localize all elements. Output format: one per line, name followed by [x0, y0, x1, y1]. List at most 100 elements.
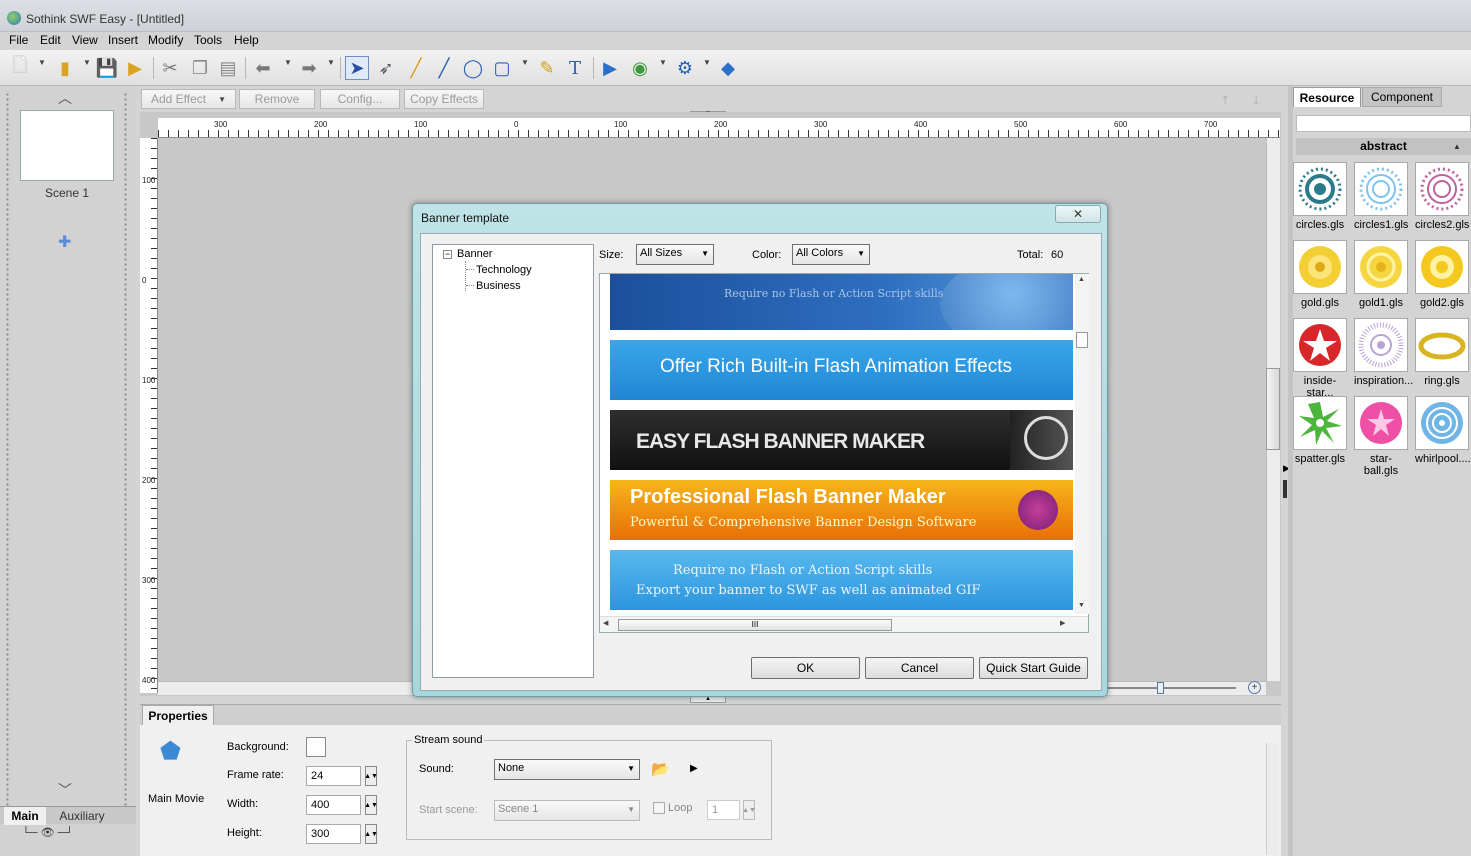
banner-list-vscrollbar[interactable] [1075, 274, 1089, 614]
subselect-tool-icon[interactable]: ➶ [374, 56, 398, 80]
scroll-up-icon[interactable]: ︿ [58, 88, 72, 108]
menu-help[interactable]: Help [234, 33, 259, 47]
copy-icon[interactable]: ❐ [188, 56, 212, 80]
move-down-icon[interactable]: 🡓 [1253, 91, 1259, 112]
banner-template-item[interactable]: Require no Flash or Action Script skills… [610, 550, 1073, 610]
tree-collapse-icon[interactable]: − [443, 250, 452, 259]
menu-insert[interactable]: Insert [108, 33, 138, 47]
move-up-icon[interactable]: 🡑 [1222, 91, 1228, 112]
resource-item[interactable]: star-ball.gls [1354, 396, 1408, 477]
resource-item[interactable]: spatter.gls [1293, 396, 1347, 465]
right-panel-toggle-bar[interactable] [1283, 480, 1287, 498]
height-spinner[interactable]: ▲▼ [364, 824, 378, 844]
open-sound-folder-icon[interactable]: 📂 [651, 760, 670, 778]
ellipse-tool-icon[interactable]: ◯ [461, 56, 485, 80]
layers-icon[interactable]: ◆ [716, 56, 740, 80]
play-icon[interactable]: ▶ [598, 56, 622, 80]
tree-item-banner[interactable]: Banner [457, 248, 492, 260]
background-color-swatch[interactable] [306, 737, 326, 757]
loop-count-input[interactable]: 1 [707, 800, 740, 820]
export-icon[interactable]: ▶ [123, 56, 147, 80]
undo-icon[interactable]: ⬅ [251, 56, 275, 80]
banner-template-item[interactable]: Professional Flash Banner Maker Powerful… [610, 480, 1073, 540]
frame-rate-input[interactable]: 24 [306, 766, 361, 786]
open-dropdown-icon[interactable]: ▼ [83, 58, 91, 67]
width-spinner[interactable]: ▲▼ [364, 795, 378, 815]
tab-main[interactable]: Main [4, 807, 46, 825]
pen-tool-icon[interactable]: ✎ [535, 56, 559, 80]
copy-effects-button[interactable]: Copy Effects [404, 89, 484, 109]
rectangle-tool-icon[interactable]: ▢ [490, 56, 514, 80]
undo-dropdown-icon[interactable]: ▼ [284, 58, 292, 67]
scroll-left-arrow-icon[interactable]: ◀ [603, 619, 608, 627]
scroll-down-arrow-icon[interactable]: ▼ [1078, 602, 1085, 609]
preview-dropdown-icon[interactable]: ▼ [659, 58, 667, 67]
properties-scrollbar[interactable] [1266, 743, 1279, 855]
new-file-icon[interactable]: 🗋 [8, 55, 32, 80]
banner-template-item[interactable]: EASY FLASH BANNER MAKER [610, 410, 1073, 470]
width-input[interactable]: 400 [306, 795, 361, 815]
scroll-down-icon[interactable]: ﹀ [58, 780, 72, 800]
menu-file[interactable]: File [9, 33, 28, 47]
zoom-slider-thumb[interactable] [1157, 682, 1164, 694]
resource-item[interactable]: circles1.gls [1354, 162, 1408, 231]
open-folder-icon[interactable]: ▮ [53, 56, 77, 80]
resource-item[interactable]: circles.gls [1293, 162, 1347, 231]
banner-list-hscroll-thumb[interactable]: III [618, 619, 892, 631]
cancel-button[interactable]: Cancel [865, 657, 974, 679]
add-effect-button[interactable]: Add Effect ▼ [141, 89, 236, 109]
scene-thumbnail[interactable] [20, 110, 114, 181]
line-tool-icon[interactable]: ╱ [432, 56, 456, 80]
scroll-right-arrow-icon[interactable]: ▶ [1060, 619, 1065, 627]
rectangle-dropdown-icon[interactable]: ▼ [521, 58, 529, 67]
save-icon[interactable]: 💾 [95, 56, 119, 80]
start-scene-select[interactable]: Scene 1 ▼ [494, 800, 640, 821]
redo-dropdown-icon[interactable]: ▼ [327, 58, 335, 67]
text-tool-icon[interactable]: T [563, 56, 587, 80]
paste-icon[interactable]: ▤ [216, 56, 240, 80]
dialog-close-button[interactable]: ✕ [1055, 205, 1101, 223]
loop-checkbox[interactable] [653, 802, 665, 814]
color-select[interactable]: All Colors ▼ [792, 244, 870, 265]
resource-item[interactable]: whirlpool.... [1415, 396, 1471, 465]
pencil-tool-icon[interactable]: ╱ [404, 56, 428, 80]
banner-template-item[interactable]: Require no Flash or Action Script skills [610, 274, 1073, 330]
publish-dropdown-icon[interactable]: ▼ [703, 58, 711, 67]
zoom-slider[interactable] [1100, 687, 1236, 689]
tree-item-technology[interactable]: Technology [476, 264, 532, 276]
remove-button[interactable]: Remove [239, 89, 315, 109]
scroll-up-arrow-icon[interactable]: ▲ [1078, 276, 1085, 283]
tab-properties[interactable]: Properties [142, 705, 214, 725]
resource-item[interactable]: gold2.gls [1415, 240, 1469, 309]
menu-view[interactable]: View [72, 33, 98, 47]
add-scene-icon[interactable]: ✚ [58, 232, 71, 252]
quick-start-guide-button[interactable]: Quick Start Guide [979, 657, 1088, 679]
loop-count-spinner[interactable]: ▲▼ [742, 800, 756, 820]
canvas-scroll-thumb[interactable] [1266, 368, 1280, 450]
tab-auxiliary[interactable]: Auxiliary [48, 807, 116, 825]
resource-item[interactable]: inside-star... [1293, 318, 1347, 399]
config-button[interactable]: Config... [320, 89, 400, 109]
zoom-in-icon[interactable]: + [1248, 681, 1261, 694]
ok-button[interactable]: OK [751, 657, 860, 679]
banner-list[interactable]: Require no Flash or Action Script skills… [599, 273, 1089, 633]
visibility-eye-icon[interactable]: └─ 👁 ─┘ [22, 826, 73, 839]
tab-resource[interactable]: Resource [1293, 87, 1361, 107]
properties-collapse-handle[interactable]: ▲ [690, 696, 726, 703]
frame-rate-spinner[interactable]: ▲▼ [364, 766, 378, 786]
category-scroll-up-icon[interactable]: ▲ [1453, 142, 1461, 151]
tab-component[interactable]: Component [1362, 87, 1442, 107]
menu-edit[interactable]: Edit [40, 33, 61, 47]
new-dropdown-icon[interactable]: ▼ [38, 58, 46, 67]
resource-item[interactable]: inspiration... [1354, 318, 1413, 387]
menu-tools[interactable]: Tools [194, 33, 222, 47]
tree-item-business[interactable]: Business [476, 280, 521, 292]
menu-modify[interactable]: Modify [148, 33, 183, 47]
select-tool-icon[interactable]: ➤ [345, 56, 369, 80]
size-select[interactable]: All Sizes ▼ [636, 244, 714, 265]
sound-select[interactable]: None ▼ [494, 759, 640, 780]
resource-item[interactable]: gold1.gls [1354, 240, 1408, 309]
redo-icon[interactable]: ➡ [297, 56, 321, 80]
publish-icon[interactable]: ⚙ [673, 56, 697, 80]
resource-search-input[interactable] [1296, 115, 1471, 132]
